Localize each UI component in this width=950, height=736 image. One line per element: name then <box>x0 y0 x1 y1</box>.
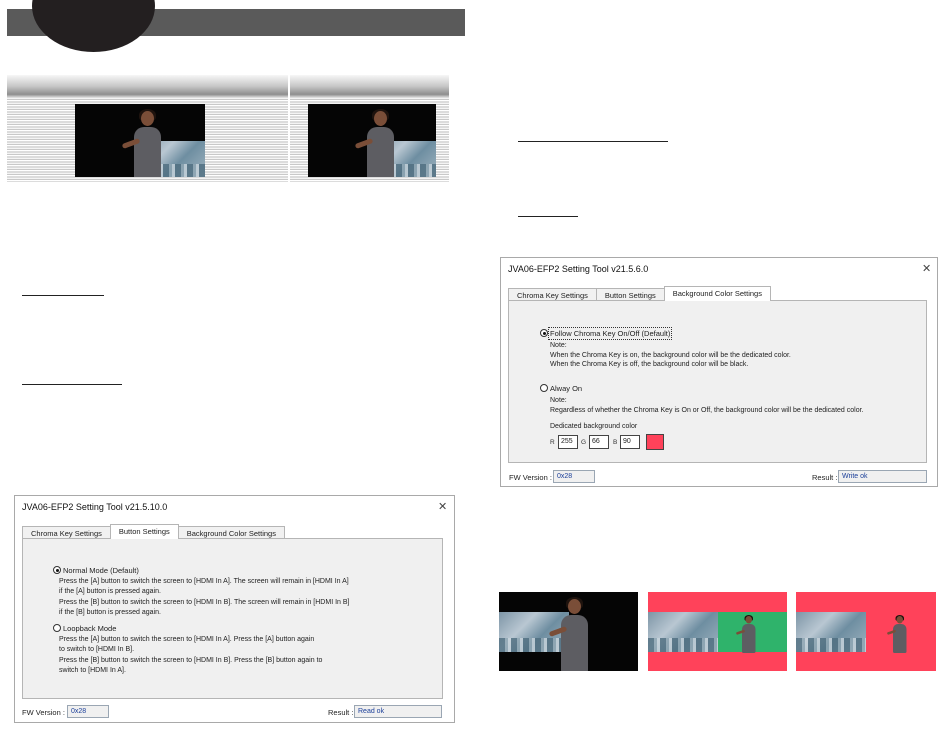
r-value-input[interactable]: 255 <box>558 435 578 449</box>
description-line: if the [B] button is pressed again. <box>59 608 161 616</box>
description-line: Press the [A] button to switch the scree… <box>59 636 315 643</box>
normal-mode-option[interactable]: Normal Mode (Default) <box>53 566 139 575</box>
comparison-header-band <box>7 75 449 97</box>
button-settings-panel: Normal Mode (Default) Press the [A] butt… <box>22 538 443 699</box>
description-line: if the [A] button is pressed again. <box>59 587 161 595</box>
office-overlay <box>796 612 866 652</box>
close-icon[interactable]: ✕ <box>438 500 447 513</box>
comparison-divider <box>288 75 290 182</box>
note-line: When the Chroma Key is off, the backgrou… <box>550 361 749 368</box>
normal-mode-label: Normal Mode (Default) <box>63 566 139 575</box>
loopback-mode-label: Loopback Mode <box>63 624 117 633</box>
result-field: Read ok <box>354 705 442 718</box>
normal-mode-description: Press the [A] button to switch the scree… <box>59 577 349 617</box>
description-line: Press the [A] button to switch the scree… <box>59 578 349 585</box>
result-field: Write ok <box>838 470 927 483</box>
window-title: JVA06-EFP2 Setting Tool v21.5.10.0 <box>22 502 168 512</box>
r-label: R <box>550 439 555 446</box>
dedicated-color-label: Dedicated background color <box>550 423 638 430</box>
setting-tool-window-background: JVA06-EFP2 Setting Tool v21.5.6.0 ✕ Chro… <box>500 257 938 487</box>
radio-selected-icon[interactable] <box>540 329 548 337</box>
result-label: Result : <box>328 708 354 717</box>
fw-version-field: 0x28 <box>67 705 109 718</box>
presenter-figure <box>354 109 397 177</box>
scene-right <box>308 104 436 177</box>
presenter-figure <box>735 615 757 653</box>
description-line: Press the [B] button to switch the scree… <box>59 599 350 606</box>
comparison-image <box>7 75 449 182</box>
heading-underline <box>518 141 668 142</box>
presenter-figure <box>886 615 908 653</box>
radio-selected-icon[interactable] <box>53 566 61 574</box>
follow-chroma-key-note: Note: When the Chroma Key is on, the bac… <box>550 341 791 370</box>
result-label: Result : <box>812 473 838 482</box>
tab-background-color-settings[interactable]: Background Color Settings <box>663 286 771 301</box>
description-line: to switch to [HDMI In B]. <box>59 645 135 653</box>
office-overlay <box>648 612 718 652</box>
radio-unselected-icon[interactable] <box>53 624 61 632</box>
g-label: G <box>581 439 587 446</box>
scene-left <box>75 104 205 177</box>
example-image-dedicated-color <box>796 592 936 671</box>
follow-chroma-key-label: Follow Chroma Key On/Off (Default) <box>547 327 673 340</box>
tab-button-settings[interactable]: Button Settings <box>109 524 179 539</box>
fw-version-label: FW Version : <box>509 473 552 482</box>
note-line: When the Chroma Key is on, the backgroun… <box>550 351 791 359</box>
heading-underline <box>22 384 122 385</box>
description-line: Press the [B] button to switch the scree… <box>59 657 323 664</box>
alway-on-option[interactable]: Alway On <box>540 384 582 393</box>
g-value-input[interactable]: 66 <box>589 435 609 449</box>
loopback-mode-description: Press the [A] button to switch the scree… <box>59 635 322 675</box>
note-line: Regardless of whether the Chroma Key is … <box>550 406 864 414</box>
presenter-figure <box>548 597 591 671</box>
b-value-input[interactable]: 90 <box>620 435 640 449</box>
b-label: B <box>613 439 618 446</box>
alway-on-note: Note: Regardless of whether the Chroma K… <box>550 396 863 415</box>
heading-underline <box>518 216 578 217</box>
setting-tool-window-button: JVA06-EFP2 Setting Tool v21.5.10.0 ✕ Chr… <box>14 495 455 723</box>
loopback-mode-option[interactable]: Loopback Mode <box>53 624 116 633</box>
alway-on-label: Alway On <box>550 384 583 393</box>
example-image-black-background <box>499 592 638 671</box>
fw-version-label: FW Version : <box>22 708 65 717</box>
header-disc <box>32 0 155 52</box>
background-settings-panel: Follow Chroma Key On/Off (Default) Note:… <box>508 300 927 463</box>
window-title: JVA06-EFP2 Setting Tool v21.5.6.0 <box>508 264 649 274</box>
follow-chroma-key-option[interactable]: Follow Chroma Key On/Off (Default) <box>540 327 673 340</box>
presenter-figure <box>121 109 164 177</box>
color-swatch[interactable] <box>646 434 664 450</box>
note-title: Note: <box>550 397 567 404</box>
example-image-green-screen <box>648 592 787 671</box>
radio-unselected-icon[interactable] <box>540 384 548 392</box>
close-icon[interactable]: ✕ <box>922 262 931 275</box>
note-title: Note: <box>550 342 567 349</box>
heading-underline <box>22 295 104 296</box>
fw-version-field: 0x28 <box>553 470 595 483</box>
description-line: switch to [HDMI In A]. <box>59 666 126 674</box>
